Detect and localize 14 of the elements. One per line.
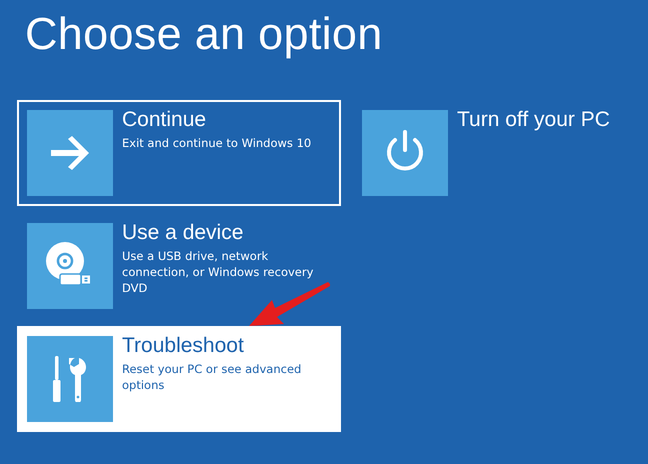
option-tile[interactable]: Troubleshoot Reset your PC or see advanced options — [17, 326, 341, 432]
option-tile[interactable]: Turn off your PC — [352, 100, 622, 206]
option-description: Exit and continue to Windows 10 — [122, 135, 312, 151]
option-label: Use a device — [122, 221, 244, 245]
page-title: Choose an option — [24, 7, 384, 61]
option-description: Reset your PC or see advanced options — [122, 361, 302, 393]
option-label: Turn off your PC — [457, 108, 610, 132]
option-tile[interactable]: Use a device Use a USB drive, network connection, or Windows recovery DVD — [17, 213, 341, 319]
option-description: Use a USB drive, network connection, or Windows recovery DVD — [122, 248, 314, 296]
option-label: Continue — [122, 108, 208, 132]
screwdriver-wrench-icon — [53, 356, 87, 402]
option-tile[interactable]: Continue Exit and continue to Windows 10 — [17, 100, 341, 206]
arrow-icon — [49, 136, 91, 170]
option-label: Troubleshoot — [122, 334, 245, 358]
